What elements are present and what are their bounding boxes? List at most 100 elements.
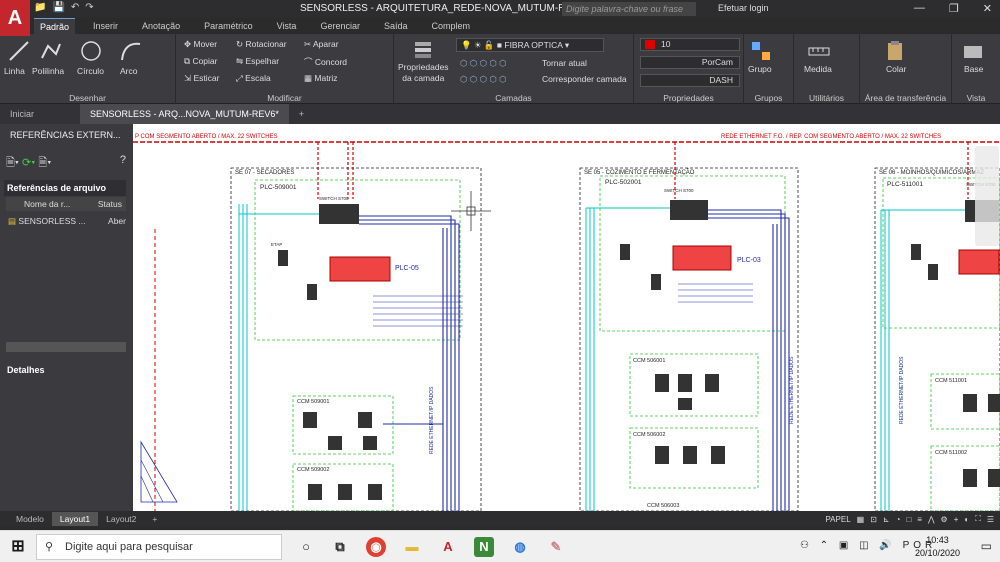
doc-tab-start[interactable]: Iniciar: [0, 104, 80, 124]
login-button[interactable]: Efetuar login: [718, 3, 769, 13]
taskbar-search-input[interactable]: ⚲ Digite aqui para pesquisar: [36, 534, 282, 560]
osnap-icon[interactable]: □: [906, 515, 911, 524]
trim-button[interactable]: Aparar: [313, 39, 339, 49]
line-button[interactable]: Linha: [4, 66, 25, 76]
lineweight-dropdown[interactable]: DASH: [640, 74, 740, 87]
change-path-icon[interactable]: 🗎▾: [38, 157, 51, 169]
tab-anotacao[interactable]: Anotação: [136, 18, 186, 34]
col-status[interactable]: Status: [98, 199, 122, 209]
ortho-icon[interactable]: ⊾: [883, 515, 890, 524]
task-view-icon[interactable]: ⧉: [330, 537, 350, 557]
array-button[interactable]: Matriz: [314, 73, 337, 83]
attach-icon[interactable]: 🗎▾: [6, 157, 19, 169]
view-panel-title[interactable]: Vista: [952, 93, 1000, 103]
plus-icon[interactable]: +: [954, 515, 959, 524]
polar-icon[interactable]: ◔: [896, 515, 901, 524]
circle-icon[interactable]: [80, 40, 102, 62]
tab-layout1[interactable]: Layout1: [51, 512, 99, 526]
cortana-icon[interactable]: ○: [296, 537, 316, 557]
tab-padrao[interactable]: Padrão: [34, 18, 76, 34]
groups-panel-title[interactable]: Grupos: [744, 93, 793, 103]
navigation-bar[interactable]: [975, 146, 999, 246]
modify-panel-title[interactable]: Modificar: [176, 93, 393, 103]
tab-parametrico[interactable]: Paramétrico: [198, 18, 259, 34]
workspace-icon[interactable]: ⚙: [941, 515, 948, 524]
move-button[interactable]: Mover: [193, 39, 217, 49]
arc-icon[interactable]: [120, 40, 142, 62]
save-icon[interactable]: 💾: [52, 2, 64, 13]
mirror-button[interactable]: Espelhar: [245, 56, 279, 66]
file-references-header[interactable]: Referências de arquivo: [4, 180, 126, 196]
horizontal-scrollbar[interactable]: [6, 342, 126, 352]
paste-icon[interactable]: [884, 40, 906, 62]
autocad-logo-icon[interactable]: A: [0, 0, 30, 36]
open-icon[interactable]: 📁: [34, 2, 46, 13]
polyline-button[interactable]: Polilinha: [32, 66, 64, 76]
color-dropdown[interactable]: 10: [640, 38, 740, 51]
layer-tools-icons[interactable]: ⬡ ⬡ ⬡ ⬡ ⬡: [460, 58, 507, 69]
layer-properties-icon[interactable]: [412, 38, 434, 60]
edge-icon[interactable]: ◍: [510, 537, 530, 557]
new-tab-button[interactable]: +: [289, 104, 314, 124]
group-button[interactable]: Grupo: [748, 64, 772, 74]
copy-button[interactable]: Copiar: [192, 56, 217, 66]
make-current-button[interactable]: Tornar atual: [542, 58, 587, 68]
lineweight-icon[interactable]: ≡: [917, 515, 922, 524]
base-view-button[interactable]: Base: [964, 64, 983, 74]
tab-model[interactable]: Modelo: [8, 512, 52, 526]
doc-tab-drawing[interactable]: SENSORLESS - ARQ...NOVA_MUTUM-REV6*: [80, 104, 289, 124]
line-icon[interactable]: [8, 40, 30, 62]
circle-button[interactable]: Círculo: [77, 66, 104, 76]
layer-tools-icons-2[interactable]: ⬡ ⬡ ⬡ ⬡ ⬡: [460, 74, 507, 85]
autocad-taskbar-icon[interactable]: A: [438, 537, 458, 557]
fillet-button[interactable]: Concord: [315, 57, 347, 67]
paper-space-toggle[interactable]: PAPEL: [825, 515, 850, 524]
palette-toolbar[interactable]: 🗎▾ ⟳▾ 🗎▾ ?: [6, 154, 126, 173]
system-clock[interactable]: 10:43 20/10/2020: [915, 534, 960, 560]
layer-dropdown[interactable]: 💡 ☀ 🔓 ■ FIBRA OPTICA ▾: [456, 38, 604, 52]
details-header[interactable]: Detalhes: [4, 362, 126, 378]
stretch-button[interactable]: Esticar: [193, 73, 219, 83]
paste-button[interactable]: Colar: [886, 64, 906, 74]
polyline-icon[interactable]: [40, 40, 62, 62]
drawing-canvas[interactable]: P COM SEGMENTO ABERTO / MAX. 22 SWITCHES…: [133, 124, 1000, 511]
help-icon[interactable]: ?: [120, 154, 126, 166]
annotation-scale-icon[interactable]: ⋀: [928, 515, 935, 524]
reference-row[interactable]: ▤ SENSORLESS ... Aber: [6, 214, 126, 229]
undo-icon[interactable]: ↶: [71, 2, 79, 13]
properties-panel-title[interactable]: Propriedades: [634, 93, 743, 103]
scale-button[interactable]: Escala: [245, 73, 271, 83]
measure-icon[interactable]: [808, 40, 830, 62]
snap-icon[interactable]: ⊡: [870, 515, 877, 524]
customize-icon[interactable]: ☰: [987, 515, 994, 524]
add-layout-button[interactable]: +: [144, 512, 165, 526]
refresh-icon[interactable]: ⟳▾: [22, 157, 35, 169]
close-icon[interactable]: ✕: [983, 2, 992, 15]
fullscreen-icon[interactable]: ⛶: [975, 514, 981, 524]
linetype-dropdown[interactable]: PorCam: [640, 56, 740, 69]
tab-gerenciar[interactable]: Gerenciar: [314, 18, 366, 34]
maximize-icon[interactable]: ❐: [949, 2, 959, 15]
tab-vista[interactable]: Vista: [271, 18, 303, 34]
tab-complementos[interactable]: Complem: [426, 18, 477, 34]
notifications-icon[interactable]: ▭: [981, 539, 992, 553]
tab-inserir[interactable]: Inserir: [87, 18, 124, 34]
redo-icon[interactable]: ↷: [85, 2, 93, 13]
grid-icon[interactable]: ▦: [857, 515, 865, 524]
group-icon[interactable]: [750, 40, 772, 62]
app-n-icon[interactable]: N: [474, 537, 494, 557]
layer-properties-button[interactable]: Propriedades: [398, 62, 449, 73]
match-layer-button[interactable]: Corresponder camada: [542, 74, 627, 84]
col-name[interactable]: Nome da r...: [24, 199, 70, 209]
tab-layout2[interactable]: Layout2: [98, 512, 144, 526]
rotate-button[interactable]: Rotacionar: [245, 39, 286, 49]
layers-panel-title[interactable]: Camadas: [394, 93, 633, 103]
arc-button[interactable]: Arco: [120, 66, 137, 76]
minimize-icon[interactable]: —: [914, 2, 925, 15]
file-explorer-icon[interactable]: ▬: [402, 537, 422, 557]
search-input[interactable]: Digite palavra-chave ou frase: [562, 2, 696, 16]
base-view-icon[interactable]: [962, 40, 984, 62]
tab-saida[interactable]: Saída: [378, 18, 414, 34]
paint-icon[interactable]: ✎: [546, 537, 566, 557]
chrome-icon[interactable]: ◉: [366, 537, 386, 557]
